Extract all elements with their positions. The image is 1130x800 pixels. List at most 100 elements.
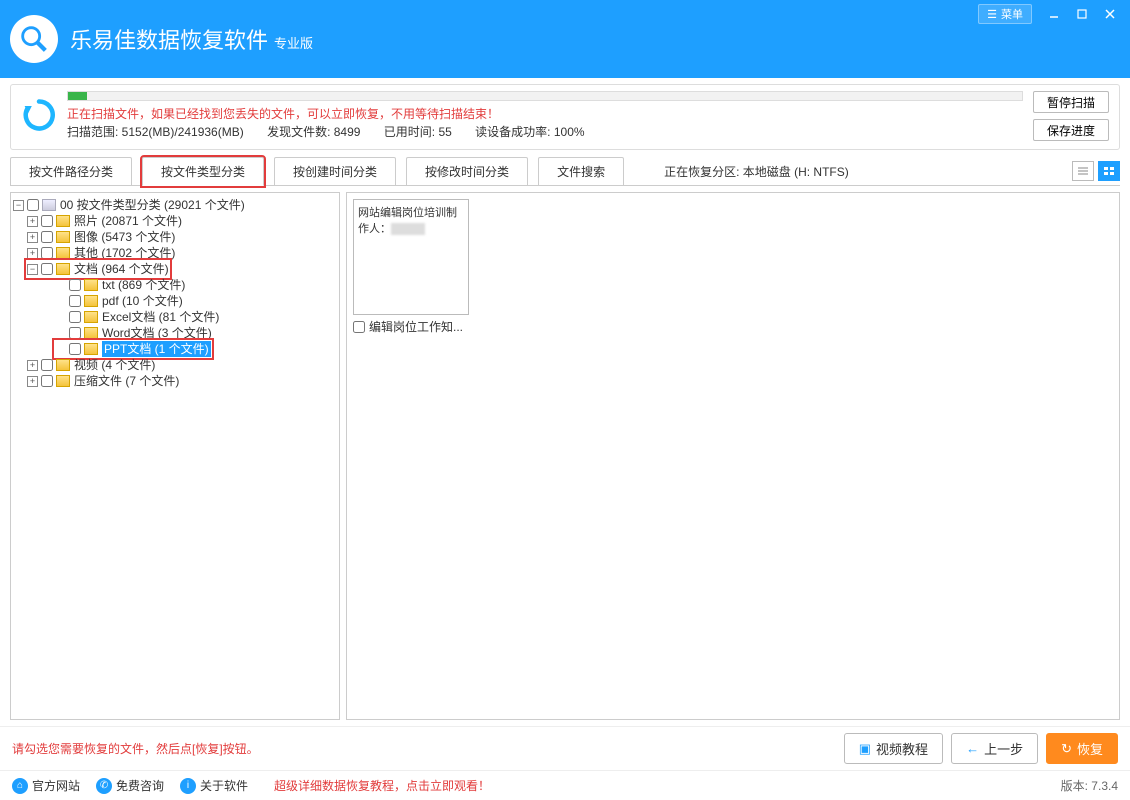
menu-button[interactable]: ☰ 菜单: [978, 4, 1032, 24]
tab-by-path[interactable]: 按文件路径分类: [10, 157, 132, 186]
view-grid-button[interactable]: [1098, 161, 1120, 181]
file-checkbox[interactable]: [353, 321, 365, 333]
tree-checkbox[interactable]: [41, 247, 53, 259]
preview-line1: 网站编辑岗位培训制: [358, 207, 457, 219]
folder-icon: [56, 359, 70, 371]
video-tutorial-button[interactable]: ▣ 视频教程: [844, 733, 943, 764]
folder-icon: [84, 311, 98, 323]
footer: ⌂官方网站 ✆免费咨询 i关于软件 超级详细数据恢复教程，点击立即观看！ 版本:…: [0, 770, 1130, 800]
btn-label: 视频教程: [876, 739, 928, 758]
minimize-button[interactable]: [1040, 4, 1068, 24]
refresh-icon: ↻: [1061, 741, 1072, 757]
tree-checkbox[interactable]: [69, 279, 81, 291]
tree-word[interactable]: Word文档 (3 个文件): [13, 325, 337, 341]
menu-icon: ☰: [987, 8, 997, 21]
read-rate: 读设备成功率: 100%: [475, 125, 584, 139]
btn-label: 恢复: [1077, 739, 1103, 758]
tree-label: 视频 (4 个文件): [74, 357, 155, 373]
tree-label: Word文档 (3 个文件): [102, 325, 212, 341]
tree-docs[interactable]: − 文档 (964 个文件): [13, 261, 337, 277]
btn-label: 上一步: [984, 739, 1023, 758]
file-thumbnail[interactable]: 网站编辑岗位培训制 作人： 编辑岗位工作知...: [353, 199, 469, 335]
video-icon: ▣: [859, 741, 871, 757]
tree-pdf[interactable]: pdf (10 个文件): [13, 293, 337, 309]
bottom-hint: 请勾选您需要恢复的文件，然后点[恢复]按钮。: [12, 740, 259, 757]
tree-checkbox[interactable]: [27, 199, 39, 211]
collapse-icon[interactable]: −: [27, 264, 38, 275]
tree-checkbox[interactable]: [41, 359, 53, 371]
tree-label: PPT文档 (1 个文件): [102, 341, 211, 357]
tree-checkbox[interactable]: [41, 231, 53, 243]
tree-label: txt (869 个文件): [102, 277, 185, 293]
scan-range: 扫描范围: 5152(MB)/241936(MB): [67, 125, 244, 139]
close-button[interactable]: [1096, 4, 1124, 24]
tree-archive[interactable]: +压缩文件 (7 个文件): [13, 373, 337, 389]
scanning-spinner-icon: [21, 97, 57, 133]
view-list-button[interactable]: [1072, 161, 1094, 181]
prev-step-button[interactable]: ← 上一步: [951, 733, 1038, 764]
tree-images[interactable]: + 图像 (5473 个文件): [13, 229, 337, 245]
expand-icon[interactable]: +: [27, 248, 38, 259]
scan-stats: 扫描范围: 5152(MB)/241936(MB) 发现文件数: 8499 已用…: [67, 123, 1023, 140]
tree-checkbox[interactable]: [69, 327, 81, 339]
tree-video[interactable]: + 视频 (4 个文件): [13, 357, 337, 373]
folder-icon: [56, 247, 70, 259]
tree-label: Excel文档 (81 个文件): [102, 309, 219, 325]
redacted-text: [391, 223, 425, 235]
folder-icon: [84, 295, 98, 307]
tree-excel[interactable]: Excel文档 (81 个文件): [13, 309, 337, 325]
tree-label: 图像 (5473 个文件): [74, 229, 175, 245]
save-progress-button[interactable]: 保存进度: [1033, 119, 1109, 141]
app-edition: 专业版: [274, 33, 313, 52]
files-found: 发现文件数: 8499: [267, 125, 360, 139]
tab-by-modified[interactable]: 按修改时间分类: [406, 157, 528, 186]
tree-txt[interactable]: txt (869 个文件): [13, 277, 337, 293]
recovery-partition-label: 正在恢复分区: 本地磁盘 (H: NTFS): [664, 163, 849, 180]
tree-checkbox[interactable]: [41, 375, 53, 387]
tree-checkbox[interactable]: [69, 295, 81, 307]
pause-scan-button[interactable]: 暂停扫描: [1033, 91, 1109, 113]
folder-icon: [56, 263, 70, 275]
tree-checkbox[interactable]: [69, 311, 81, 323]
maximize-button[interactable]: [1068, 4, 1096, 24]
tree-checkbox[interactable]: [69, 343, 81, 355]
folder-icon: [56, 215, 70, 227]
thumbnail-preview: 网站编辑岗位培训制 作人：: [353, 199, 469, 315]
scan-message: 正在扫描文件，如果已经找到您丢失的文件，可以立即恢复，不用等待扫描结束！: [67, 105, 1023, 123]
folder-icon: [56, 375, 70, 387]
drive-icon: [42, 199, 56, 211]
tree-label: 照片 (20871 个文件): [74, 213, 182, 229]
app-title: 乐易佳数据恢复软件: [70, 23, 268, 55]
expand-icon[interactable]: +: [27, 376, 38, 387]
recover-button[interactable]: ↻ 恢复: [1046, 733, 1118, 764]
tree-other[interactable]: + 其他 (1702 个文件): [13, 245, 337, 261]
tab-by-type[interactable]: 按文件类型分类: [142, 157, 264, 186]
app-logo: [10, 15, 58, 63]
tree-pane[interactable]: −00 按文件类型分类 (29021 个文件) +照片 (20871 个文件) …: [10, 192, 340, 720]
folder-icon: [56, 231, 70, 243]
scan-progress-bar: [67, 91, 1023, 101]
expand-icon[interactable]: +: [27, 216, 38, 227]
tree-label: 文档 (964 个文件): [74, 261, 169, 277]
folder-icon: [84, 279, 98, 291]
expand-icon[interactable]: +: [27, 360, 38, 371]
scan-status-panel: 正在扫描文件，如果已经找到您丢失的文件，可以立即恢复，不用等待扫描结束！ 扫描范…: [10, 84, 1120, 150]
file-caption: 编辑岗位工作知...: [369, 318, 463, 335]
arrow-left-icon: ←: [966, 741, 979, 756]
tree-photos[interactable]: + 照片 (20871 个文件): [13, 213, 337, 229]
folder-icon: [84, 343, 98, 355]
tab-by-created[interactable]: 按创建时间分类: [274, 157, 396, 186]
main-area: −00 按文件类型分类 (29021 个文件) +照片 (20871 个文件) …: [10, 192, 1120, 720]
bottom-bar: 请勾选您需要恢复的文件，然后点[恢复]按钮。 ▣ 视频教程 ← 上一步 ↻ 恢复: [0, 726, 1130, 770]
content-pane: 网站编辑岗位培训制 作人： 编辑岗位工作知...: [346, 192, 1120, 720]
tree-label: 其他 (1702 个文件): [74, 245, 175, 261]
tree-root[interactable]: −00 按文件类型分类 (29021 个文件): [13, 197, 337, 213]
tab-search[interactable]: 文件搜索: [538, 157, 624, 186]
collapse-icon[interactable]: −: [13, 200, 24, 211]
folder-icon: [84, 327, 98, 339]
preview-line2: 作人：: [358, 223, 391, 235]
expand-icon[interactable]: +: [27, 232, 38, 243]
tree-checkbox[interactable]: [41, 215, 53, 227]
tree-checkbox[interactable]: [41, 263, 53, 275]
tree-ppt[interactable]: PPT文档 (1 个文件): [13, 341, 337, 357]
